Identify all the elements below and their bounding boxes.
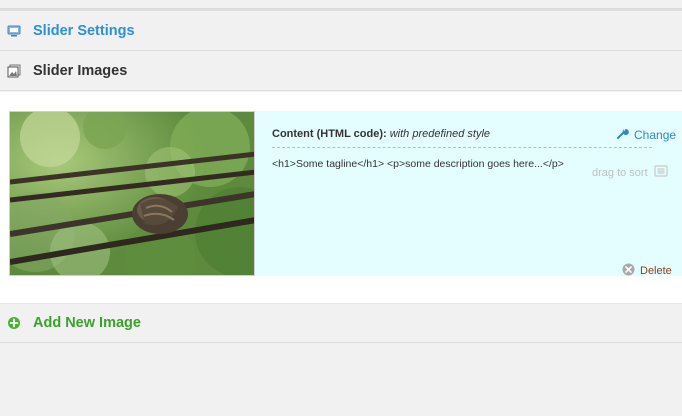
drag-label: drag to sort [592, 166, 648, 179]
plus-circle-icon [6, 315, 22, 331]
content-label-strong: Content (HTML code): [272, 128, 387, 140]
top-edge-divider [0, 0, 682, 11]
content-divider [272, 147, 652, 148]
delete-label[interactable]: Delete [640, 265, 672, 277]
thumbnail-image [10, 112, 254, 275]
monitor-icon [6, 23, 22, 39]
slider-images-title[interactable]: Slider Images [33, 63, 127, 79]
delete-button[interactable]: Delete [622, 263, 672, 279]
change-label[interactable]: Change [634, 128, 676, 142]
add-new-image-button[interactable]: Add New Image [0, 304, 682, 343]
content-label: Content (HTML code): with predefined sty… [272, 128, 490, 140]
images-icon [6, 63, 22, 79]
slide-html-code[interactable]: <h1>Some tagline</h1> <p>some descriptio… [272, 158, 564, 170]
drag-handle-icon [654, 164, 668, 181]
slide-thumbnail[interactable] [9, 111, 255, 276]
slider-images-panel-header[interactable]: Slider Images [0, 52, 682, 91]
slider-settings-title[interactable]: Slider Settings [33, 23, 135, 39]
content-style-note: with predefined style [389, 128, 491, 140]
delete-circle-icon [622, 263, 635, 279]
slider-images-panel-body: Content (HTML code): with predefined sty… [0, 92, 682, 304]
slider-settings-panel-header[interactable]: Slider Settings [0, 12, 682, 51]
change-button[interactable]: Change [617, 127, 676, 142]
drag-to-sort-handle[interactable]: drag to sort [592, 164, 668, 181]
add-new-image-label[interactable]: Add New Image [33, 315, 141, 331]
slide-item: Content (HTML code): with predefined sty… [9, 111, 682, 279]
wrench-icon [617, 127, 629, 142]
